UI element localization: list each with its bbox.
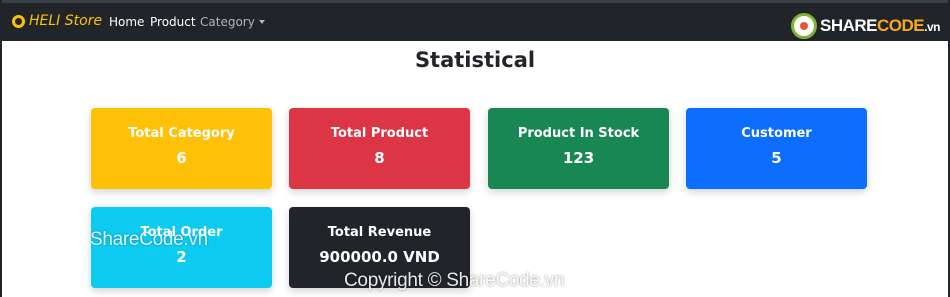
stat-card-total-category: Total Category 6 xyxy=(91,108,272,189)
stat-card-customer: Customer 5 xyxy=(686,108,867,189)
logo-vn-text: .vn xyxy=(924,20,940,34)
page-title: Statistical xyxy=(414,48,536,72)
app-window: HELI Store Home Product Category SHARECO… xyxy=(0,0,950,297)
stat-card-title: Total Product xyxy=(330,126,429,141)
stat-card-title: Customer xyxy=(741,126,812,141)
stat-card-value: 123 xyxy=(562,149,595,167)
stat-card-value: 8 xyxy=(374,149,385,167)
nav-category-dropdown[interactable]: Category xyxy=(200,15,265,29)
sharecode-logo-icon xyxy=(791,13,818,39)
watermark-copyright: Copyright © ShareCode.vn xyxy=(344,270,565,291)
nav-category-label: Category xyxy=(200,15,255,29)
stat-card-title: Total Revenue xyxy=(327,225,432,240)
navbar: HELI Store Home Product Category SHARECO… xyxy=(2,0,948,41)
nav-home-link[interactable]: Home xyxy=(109,15,144,29)
watermark-overlay: ShareCode.vn xyxy=(90,229,208,250)
stat-card-value: 6 xyxy=(176,149,187,167)
stat-card-value: 5 xyxy=(771,149,782,167)
stat-card-product-in-stock: Product In Stock 123 xyxy=(488,108,669,189)
stat-card-title: Total Category xyxy=(128,126,235,141)
logo-code-text: CODE xyxy=(877,16,925,35)
sharecode-logo: SHARECODE.vn xyxy=(791,13,940,39)
stat-card-value: 900000.0 VND xyxy=(319,248,440,266)
stat-card-total-product: Total Product 8 xyxy=(289,108,470,189)
sharecode-logo-text: SHARECODE.vn xyxy=(820,16,940,36)
caret-down-icon xyxy=(258,20,265,24)
brand-link[interactable]: HELI Store xyxy=(12,13,102,29)
brand-name: HELI Store xyxy=(29,13,103,29)
logo-share-text: SHARE xyxy=(820,16,878,35)
stat-card-title: Product In Stock xyxy=(517,126,640,141)
nav-product-link[interactable]: Product xyxy=(150,15,196,29)
store-logo-icon xyxy=(12,14,25,28)
